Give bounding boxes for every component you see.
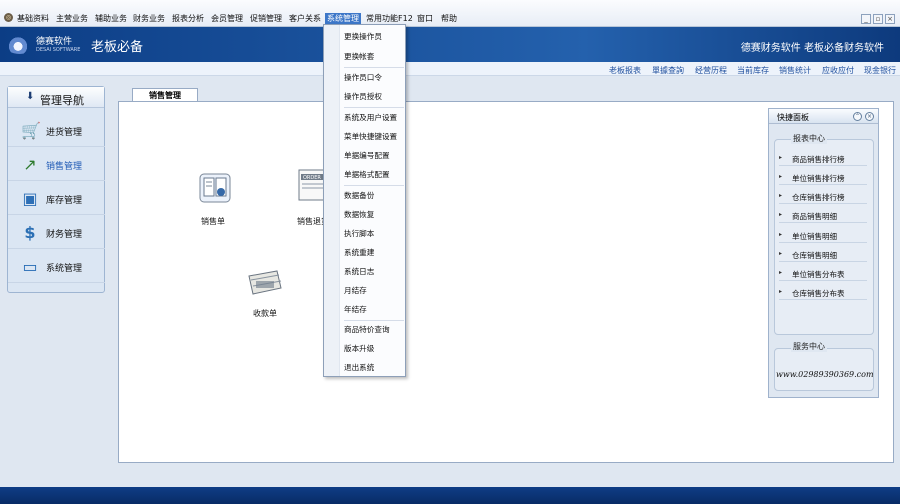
- sales-document-icon[interactable]: [194, 170, 238, 208]
- menu-member-management[interactable]: 会员管理: [211, 13, 243, 24]
- desai-logo-icon: [5, 35, 34, 54]
- menu-help[interactable]: 帮助: [441, 13, 457, 24]
- dropdown-monthly-close[interactable]: 月结存: [344, 284, 402, 297]
- menu-report-analysis[interactable]: 报表分析: [172, 13, 204, 24]
- dropdown-system-rebuild[interactable]: 系统重建: [344, 246, 402, 259]
- receipt-money-icon[interactable]: [243, 264, 287, 302]
- dropdown-run-script[interactable]: 执行脚本: [344, 227, 402, 240]
- restore-icon[interactable]: ▫: [873, 14, 883, 24]
- dropdown-change-account-set[interactable]: 更换帐套: [344, 50, 402, 63]
- dropdown-separator: [344, 67, 404, 68]
- dropdown-separator: [344, 185, 404, 186]
- dropdown-document-number-config[interactable]: 单据编号配置: [344, 149, 402, 162]
- menu-bar: ◎ 基础资料 主营业务 辅助业务 财务业务 报表分析 会员管理 促销管理 客户关…: [0, 0, 900, 27]
- report-center-heading: 报表中心: [791, 133, 827, 144]
- quicklink-cash-bank[interactable]: 现金银行: [864, 65, 896, 76]
- service-center-heading: 服务中心: [791, 341, 827, 352]
- minimize-icon[interactable]: _: [861, 14, 871, 24]
- dollar-icon: $: [24, 223, 36, 242]
- quicklink-receivable-payable[interactable]: 应收应付: [822, 65, 854, 76]
- menu-basic-data[interactable]: 基础资料: [17, 13, 49, 24]
- chart-icon: ↗: [23, 155, 37, 174]
- quicklink-document-query[interactable]: 單據查詢: [652, 65, 684, 76]
- nav-item-purchase[interactable]: 🛒 进货管理: [8, 113, 105, 147]
- nav-label-system: 系统管理: [46, 264, 83, 274]
- menu-window[interactable]: 窗口: [417, 13, 433, 24]
- nav-item-sales[interactable]: ↗ 销售管理: [8, 147, 105, 181]
- close-icon[interactable]: ×: [885, 14, 895, 24]
- banner-tagline: 德赛财务软件 老板必备财务软件: [740, 43, 884, 54]
- nav-item-inventory[interactable]: ▣ 库存管理: [8, 181, 105, 215]
- report-item-product-sales-detail[interactable]: 商品销售明细: [779, 209, 867, 223]
- dropdown-document-format-config[interactable]: 单据格式配置: [344, 168, 402, 181]
- close-panel-icon[interactable]: ×: [865, 112, 874, 121]
- cart-icon: 🛒: [21, 121, 41, 140]
- box-icon: ▣: [22, 189, 38, 208]
- quicklink-boss-report[interactable]: 老板报表: [609, 65, 641, 76]
- shortcut-sales-order[interactable]: 销售单: [201, 216, 225, 227]
- status-bar: [0, 487, 900, 504]
- download-icon: ⬇: [26, 91, 35, 102]
- menu-auxiliary-business[interactable]: 辅助业务: [95, 13, 127, 24]
- system-management-dropdown: 更换操作员 更换帐套 操作员口令 操作员授权 系统及用户设置 菜单快捷键设置 单…: [323, 24, 406, 377]
- quicklink-current-stock[interactable]: 当前库存: [737, 65, 769, 76]
- menu-customer-relations[interactable]: 客户关系: [289, 13, 321, 24]
- report-item-unit-sales-distribution[interactable]: 单位销售分布表: [779, 267, 867, 281]
- menu-system-management[interactable]: 系统管理: [325, 13, 361, 24]
- report-item-unit-sales-detail[interactable]: 单位销售明细: [779, 229, 867, 243]
- dropdown-exit-system[interactable]: 退出系统: [344, 361, 402, 374]
- app-logo-icon[interactable]: ◎: [4, 13, 13, 22]
- quick-links-bar: 老板报表 單據查詢 经营历程 当前库存 销售统计 应收应付 现金银行: [0, 62, 900, 76]
- nav-label-finance: 财务管理: [46, 230, 83, 240]
- management-navigation: ⬇ 管理导航 🛒 进货管理 ↗ 销售管理 ▣ 库存管理 $ 财务管理 ▭ 系统管…: [7, 86, 105, 293]
- menu-common-functions[interactable]: 常用功能F12: [366, 13, 413, 24]
- dropdown-data-restore[interactable]: 数据恢复: [344, 208, 402, 221]
- banner-slogan: 老板必备: [91, 40, 144, 55]
- report-item-product-sales-rank[interactable]: 商品销售排行榜: [779, 152, 867, 166]
- dropdown-icon-strip: [324, 25, 340, 376]
- shortcut-panel: 快捷面板 ⌃ × 报表中心 商品销售排行榜 单位销售排行榜 仓库销售排行榜 商品…: [768, 108, 879, 398]
- window-controls: _ ▫ ×: [859, 14, 895, 24]
- nav-label-sales: 销售管理: [46, 162, 83, 172]
- dropdown-system-log[interactable]: 系统日志: [344, 265, 402, 278]
- menu-promotion-management[interactable]: 促销管理: [250, 13, 282, 24]
- dropdown-operator-password[interactable]: 操作员口令: [344, 71, 402, 84]
- nav-item-finance[interactable]: $ 财务管理: [8, 215, 105, 249]
- dropdown-version-upgrade[interactable]: 版本升级: [344, 342, 402, 355]
- menu-main-business[interactable]: 主营业务: [56, 13, 88, 24]
- report-item-warehouse-sales-distribution[interactable]: 仓库销售分布表: [779, 286, 867, 300]
- navigation-header: ⬇ 管理导航: [8, 87, 104, 108]
- service-website[interactable]: www.02989390369.com: [776, 370, 874, 379]
- dropdown-special-price-query[interactable]: 商品特价查询: [344, 323, 402, 336]
- report-item-warehouse-sales-rank[interactable]: 仓库销售排行榜: [779, 190, 867, 204]
- dropdown-system-user-settings[interactable]: 系统及用户设置: [344, 111, 402, 124]
- menu-finance-business[interactable]: 财务业务: [133, 13, 165, 24]
- dropdown-separator: [344, 320, 404, 321]
- dropdown-menu-shortcut-settings[interactable]: 菜单快捷键设置: [344, 130, 402, 143]
- nav-label-purchase: 进货管理: [46, 128, 83, 138]
- header-banner: 德赛软件 DESAI SOFTWARE 老板必备 德赛财务软件 老板必备财务软件: [0, 27, 900, 62]
- tab-sales-management[interactable]: 销售管理: [132, 88, 198, 102]
- logo-chinese: 德赛软件: [36, 37, 73, 47]
- navigation-title: 管理导航: [40, 94, 84, 107]
- shortcut-panel-header: 快捷面板 ⌃ ×: [769, 109, 878, 124]
- quicklink-business-history[interactable]: 经营历程: [695, 65, 727, 76]
- dropdown-change-operator[interactable]: 更换操作员: [344, 30, 402, 43]
- quicklink-sales-statistics[interactable]: 销售统计: [779, 65, 811, 76]
- shortcut-panel-title: 快捷面板: [777, 113, 809, 122]
- report-item-unit-sales-rank[interactable]: 单位销售排行榜: [779, 171, 867, 185]
- dropdown-yearly-close[interactable]: 年结存: [344, 303, 402, 316]
- dropdown-operator-authorization[interactable]: 操作员授权: [344, 90, 402, 103]
- nav-label-inventory: 库存管理: [46, 196, 83, 206]
- dropdown-data-backup[interactable]: 数据备份: [344, 189, 402, 202]
- svg-text:ORDER: ORDER: [303, 175, 321, 181]
- report-item-warehouse-sales-detail[interactable]: 仓库销售明细: [779, 248, 867, 262]
- collapse-icon[interactable]: ⌃: [853, 112, 862, 121]
- logo-english: DESAI SOFTWARE: [36, 47, 81, 53]
- shortcut-receipt[interactable]: 收款单: [253, 308, 277, 319]
- nav-item-system[interactable]: ▭ 系统管理: [8, 249, 105, 283]
- monitor-icon: ▭: [22, 257, 38, 276]
- dropdown-separator: [344, 107, 404, 108]
